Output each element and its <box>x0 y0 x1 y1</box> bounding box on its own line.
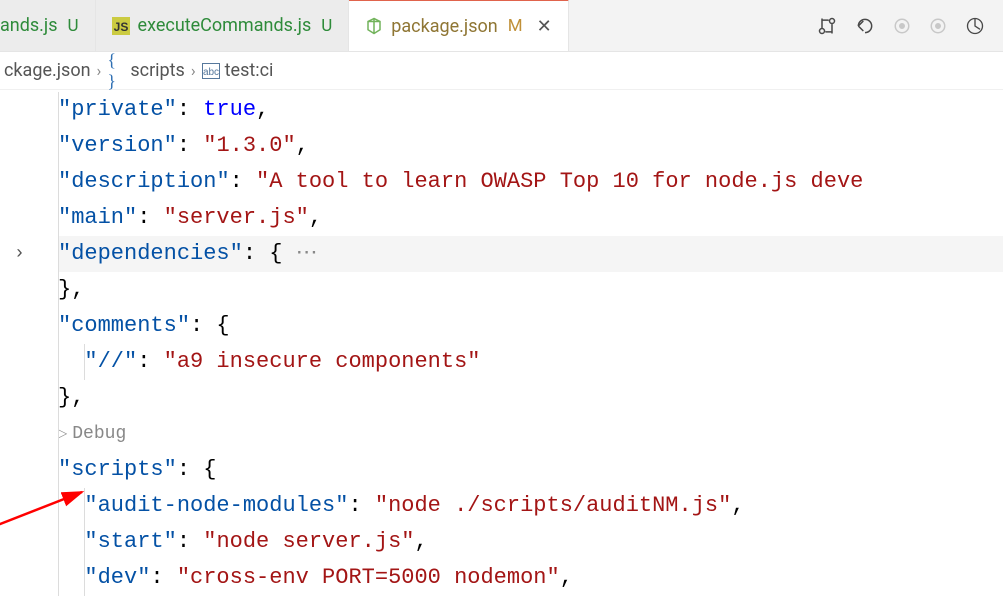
breadcrumb-label: ckage.json <box>4 60 91 81</box>
tab-label: ands.js <box>0 15 58 36</box>
code-line[interactable]: "main": "server.js", <box>58 200 1003 236</box>
breadcrumb-test-ci[interactable]: abc test:ci <box>202 60 274 81</box>
editor-tab-bar: ands.js U JS executeCommands.js U packag… <box>0 0 1003 52</box>
code-line[interactable]: "description": "A tool to learn OWASP To… <box>58 164 1003 200</box>
fold-placeholder[interactable]: ⋯ <box>282 241 317 266</box>
editor-toolbar <box>803 0 1003 51</box>
code-line[interactable]: }, <box>58 272 1003 308</box>
tab-execute-commands-js[interactable]: JS executeCommands.js U <box>96 0 350 51</box>
code-line[interactable]: "version": "1.3.0", <box>58 128 1003 164</box>
close-icon[interactable]: ✕ <box>537 16 552 37</box>
tab-label: executeCommands.js <box>138 15 312 36</box>
discard-changes-icon[interactable] <box>855 16 875 36</box>
breadcrumb-file[interactable]: ckage.json <box>4 60 91 81</box>
code-line-folded[interactable]: ›"dependencies": { ⋯ <box>58 236 1003 272</box>
breadcrumb-label: test:ci <box>225 60 274 81</box>
js-file-icon: JS <box>112 17 130 35</box>
npm-file-icon <box>365 17 383 35</box>
breadcrumb-scripts[interactable]: { } scripts <box>107 60 184 81</box>
tab-ands-js[interactable]: ands.js U <box>0 0 96 51</box>
tab-label: package.json <box>391 16 497 37</box>
code-line[interactable]: "private": true, <box>58 92 1003 128</box>
debug-label: Debug <box>72 416 126 452</box>
code-line[interactable]: "scripts": { <box>58 452 1003 488</box>
breadcrumb-label: scripts <box>130 60 184 81</box>
play-icon: ▷ <box>58 416 67 452</box>
svg-text:abc: abc <box>203 67 219 78</box>
code-line[interactable]: "comments": { <box>58 308 1003 344</box>
svg-text:JS: JS <box>113 20 128 34</box>
chevron-right-icon[interactable]: › <box>14 236 25 272</box>
debug-codelens[interactable]: ▷Debug <box>58 416 1003 452</box>
tab-package-json[interactable]: package.json M ✕ <box>349 0 568 51</box>
prev-change-icon[interactable] <box>893 17 911 35</box>
tab-status-badge: M <box>508 16 523 36</box>
code-line[interactable]: "//": "a9 insecure components" <box>58 344 1003 380</box>
code-editor[interactable]: "private": true, "version": "1.3.0", "de… <box>0 90 1003 596</box>
code-line[interactable]: }, <box>58 380 1003 416</box>
breadcrumb: ckage.json › { } scripts › abc test:ci <box>0 52 1003 90</box>
code-line[interactable]: "dev": "cross-env PORT=5000 nodemon", <box>58 560 1003 596</box>
tab-status-badge: U <box>321 16 332 36</box>
next-change-icon[interactable] <box>929 17 947 35</box>
braces-icon: { } <box>107 62 125 80</box>
chevron-right-icon: › <box>191 61 196 80</box>
code-line[interactable]: "audit-node-modules": "node ./scripts/au… <box>58 488 1003 524</box>
run-icon[interactable] <box>965 16 985 36</box>
string-icon: abc <box>202 62 220 80</box>
compare-changes-icon[interactable] <box>817 16 837 36</box>
code-line[interactable]: "start": "node server.js", <box>58 524 1003 560</box>
tab-status-badge: U <box>68 16 79 36</box>
chevron-right-icon: › <box>97 61 102 80</box>
